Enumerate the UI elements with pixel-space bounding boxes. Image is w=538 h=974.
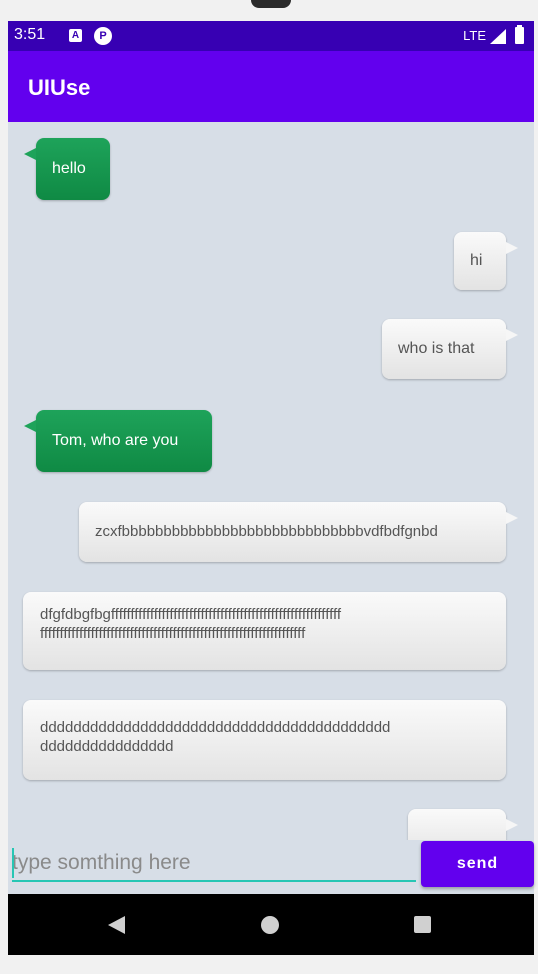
message-text: Tom, who are you [52,432,179,449]
back-icon[interactable] [108,916,125,934]
notification-p-icon: P [94,27,112,45]
home-icon[interactable] [261,916,279,934]
app-bar: UIUse [8,51,534,122]
message-bubble-sent[interactable]: dddddddddddddddddddddddddddddddddddddddd… [23,700,506,780]
message-bubble-sent[interactable]: dfgfdbgfbgffffffffffffffffffffffffffffff… [23,592,506,670]
recent-apps-icon[interactable] [414,916,431,933]
message-text: hi [470,252,483,269]
message-bubble-sent[interactable] [408,809,518,840]
message-text: zcxfbbbbbbbbbbbbbbbbbbbbbbbbbbbbbvdfbdfg… [95,523,438,540]
message-text: who is that [398,340,475,357]
status-bar: 3:51 A P LTE [8,21,534,51]
notification-a-icon: A [69,29,82,42]
message-text-line: dfgfdbgfbgffffffffffffffffffffffffffffff… [40,606,342,623]
message-text-line: dddddddddddddddd [40,738,174,755]
message-bubble-sent[interactable]: zcxfbbbbbbbbbbbbbbbbbbbbbbbbbbbbbvdfbdfg… [79,502,518,562]
navigation-bar [8,894,534,955]
message-bubble-sent[interactable]: who is that [382,319,518,379]
message-text-line: ffffffffffffffffffffffffffffffffffffffff… [40,625,306,642]
battery-icon [515,25,524,44]
message-bubble-received[interactable]: hello [24,138,110,200]
message-text: hello [52,160,86,177]
message-text-line: dddddddddddddddddddddddddddddddddddddddd… [40,719,391,736]
compose-bar: send [8,840,534,894]
send-button[interactable]: send [421,841,534,887]
text-cursor [12,848,14,878]
signal-icon [490,29,506,44]
camera-notch [251,0,291,8]
message-bubble-sent[interactable]: hi [454,232,518,290]
message-bubble-received[interactable]: Tom, who are you [24,410,212,472]
network-type-label: LTE [463,28,486,43]
screen: 3:51 A P LTE UIUse hello hi who is that … [0,0,538,974]
app-title: UIUse [28,75,91,100]
message-input[interactable] [12,846,416,882]
status-time: 3:51 [14,26,46,43]
message-list[interactable]: hello hi who is that Tom, who are you zc… [8,122,534,840]
